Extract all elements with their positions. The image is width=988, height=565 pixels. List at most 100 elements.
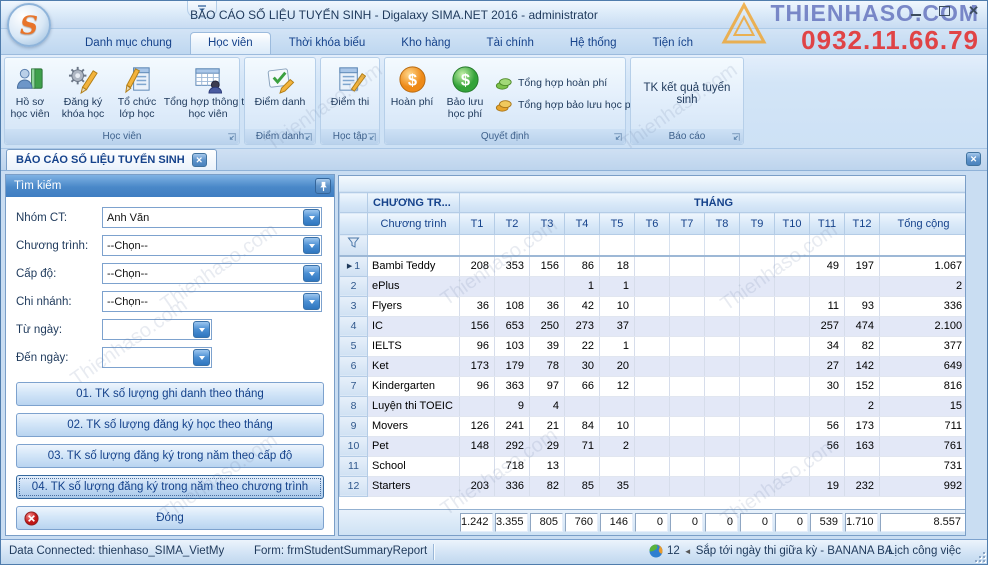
- document-tab[interactable]: BÁO CÁO SỐ LIỆU TUYỂN SINH ✕: [6, 149, 217, 170]
- report-button-03[interactable]: 03. TK số lượng đăng ký trong năm theo c…: [16, 444, 324, 468]
- combo-chuong-trinh[interactable]: --Chọn--: [102, 235, 322, 256]
- month-value-cell[interactable]: 66: [565, 376, 600, 396]
- table-row[interactable]: ▶1Bambi Teddy2083531568618491971.067: [340, 256, 967, 276]
- month-value-cell[interactable]: [705, 256, 740, 276]
- filter-cell[interactable]: [600, 235, 635, 257]
- program-name-cell[interactable]: Ket: [368, 356, 460, 376]
- month-value-cell[interactable]: 363: [495, 376, 530, 396]
- month-value-cell[interactable]: [705, 476, 740, 496]
- month-value-cell[interactable]: 126: [460, 416, 495, 436]
- program-name-cell[interactable]: Kindergarten: [368, 376, 460, 396]
- month-value-cell[interactable]: 19: [810, 476, 845, 496]
- menu-tab-hoc-vien[interactable]: Học viên: [190, 32, 271, 54]
- reserve-summary-button[interactable]: Tổng hợp bảo lưu học phí: [495, 99, 639, 112]
- filter-cell[interactable]: [670, 235, 705, 257]
- row-indicator[interactable]: 3: [340, 296, 368, 316]
- month-value-cell[interactable]: 42: [565, 296, 600, 316]
- month-value-cell[interactable]: [670, 356, 705, 376]
- month-value-cell[interactable]: [705, 436, 740, 456]
- month-value-cell[interactable]: 96: [460, 336, 495, 356]
- month-value-cell[interactable]: [635, 316, 670, 336]
- month-value-cell[interactable]: 2: [600, 436, 635, 456]
- combo-chi-nhanh[interactable]: --Chọn--: [102, 291, 322, 312]
- month-value-cell[interactable]: 1: [600, 276, 635, 296]
- table-row[interactable]: 7Kindergarten9636397661230152816: [340, 376, 967, 396]
- program-name-cell[interactable]: IELTS: [368, 336, 460, 356]
- dialog-launcher-icon[interactable]: [612, 132, 623, 143]
- month-value-cell[interactable]: [670, 376, 705, 396]
- month-value-cell[interactable]: [740, 356, 775, 376]
- month-value-cell[interactable]: [740, 256, 775, 276]
- chevron-down-icon[interactable]: [193, 321, 210, 338]
- pin-button[interactable]: [315, 178, 331, 194]
- month-value-cell[interactable]: [460, 396, 495, 416]
- menu-tab-kho-hang[interactable]: Kho hàng: [383, 32, 468, 54]
- close-icon[interactable]: ✕: [968, 6, 979, 16]
- filter-cell[interactable]: [368, 235, 460, 257]
- month-value-cell[interactable]: 718: [495, 456, 530, 476]
- row-indicator[interactable]: 11: [340, 456, 368, 476]
- combo-nhom-ct[interactable]: Anh Văn: [102, 207, 322, 228]
- minimize-icon[interactable]: [911, 7, 921, 16]
- month-value-cell[interactable]: 39: [530, 336, 565, 356]
- filter-cell[interactable]: [530, 235, 565, 257]
- month-value-cell[interactable]: [495, 276, 530, 296]
- month-value-cell[interactable]: 27: [810, 356, 845, 376]
- table-row[interactable]: 9Movers12624121841056173711: [340, 416, 967, 436]
- row-total-cell[interactable]: 2.100: [880, 316, 967, 336]
- month-value-cell[interactable]: 10: [600, 296, 635, 316]
- month-value-cell[interactable]: [740, 296, 775, 316]
- filter-cell[interactable]: [740, 235, 775, 257]
- month-value-cell[interactable]: 35: [600, 476, 635, 496]
- month-value-cell[interactable]: [635, 396, 670, 416]
- column-header-t1[interactable]: T1: [460, 213, 495, 235]
- month-value-cell[interactable]: [705, 296, 740, 316]
- row-total-cell[interactable]: 761: [880, 436, 967, 456]
- column-header-t9[interactable]: T9: [740, 213, 775, 235]
- month-value-cell[interactable]: [705, 376, 740, 396]
- month-value-cell[interactable]: [705, 316, 740, 336]
- month-value-cell[interactable]: 197: [845, 256, 880, 276]
- month-value-cell[interactable]: [740, 316, 775, 336]
- month-value-cell[interactable]: [635, 356, 670, 376]
- filter-cell[interactable]: [460, 235, 495, 257]
- month-value-cell[interactable]: [635, 416, 670, 436]
- month-value-cell[interactable]: [670, 256, 705, 276]
- band-month-header[interactable]: THÁNG: [460, 193, 967, 213]
- month-value-cell[interactable]: [740, 456, 775, 476]
- notification-ticker[interactable]: 12 ◄ Sắp tới ngày thi giữa kỳ - BANANA B…: [649, 544, 893, 558]
- month-value-cell[interactable]: 1: [565, 276, 600, 296]
- month-value-cell[interactable]: [670, 396, 705, 416]
- month-value-cell[interactable]: 163: [845, 436, 880, 456]
- month-value-cell[interactable]: 179: [495, 356, 530, 376]
- month-value-cell[interactable]: [775, 296, 810, 316]
- combo-tu-ngay[interactable]: [102, 319, 212, 340]
- month-value-cell[interactable]: 93: [845, 296, 880, 316]
- month-value-cell[interactable]: [600, 396, 635, 416]
- row-indicator[interactable]: 2: [340, 276, 368, 296]
- month-value-cell[interactable]: [705, 416, 740, 436]
- student-profile-button[interactable]: Hồ sơ học viên: [6, 59, 54, 129]
- month-value-cell[interactable]: 18: [600, 256, 635, 276]
- month-value-cell[interactable]: 653: [495, 316, 530, 336]
- month-value-cell[interactable]: [670, 436, 705, 456]
- month-value-cell[interactable]: 82: [530, 476, 565, 496]
- chevron-down-icon[interactable]: [303, 237, 320, 254]
- month-value-cell[interactable]: [670, 316, 705, 336]
- column-header-t6[interactable]: T6: [635, 213, 670, 235]
- month-value-cell[interactable]: [810, 276, 845, 296]
- filter-cell[interactable]: [845, 235, 880, 257]
- column-header-t7[interactable]: T7: [670, 213, 705, 235]
- row-indicator[interactable]: 12: [340, 476, 368, 496]
- program-name-cell[interactable]: Movers: [368, 416, 460, 436]
- filter-cell[interactable]: [565, 235, 600, 257]
- month-value-cell[interactable]: 203: [460, 476, 495, 496]
- work-schedule-panel[interactable]: Lịch công việc: [888, 545, 961, 557]
- combo-den-ngay[interactable]: [102, 347, 212, 368]
- month-value-cell[interactable]: [635, 376, 670, 396]
- column-header-total[interactable]: Tổng cộng: [880, 213, 967, 235]
- row-total-cell[interactable]: 731: [880, 456, 967, 476]
- month-value-cell[interactable]: [565, 396, 600, 416]
- resize-grip-icon[interactable]: [972, 549, 985, 562]
- column-header-t10[interactable]: T10: [775, 213, 810, 235]
